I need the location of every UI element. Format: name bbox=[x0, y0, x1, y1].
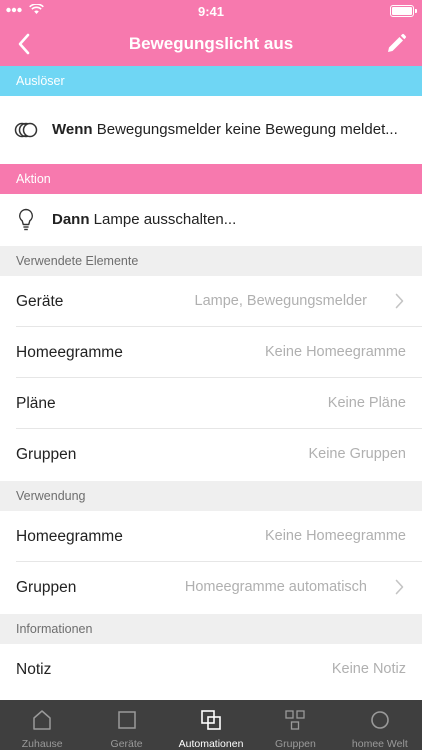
usage-homeegrams-row: Homeegramme Keine Homeegramme bbox=[0, 511, 422, 562]
tab-gruppen[interactable]: Gruppen bbox=[253, 700, 337, 750]
nav-bar: Bewegungslicht aus bbox=[0, 22, 422, 66]
action-text: Lampe ausschalten... bbox=[89, 211, 237, 228]
row-label: Gruppen bbox=[16, 446, 77, 463]
row-value: Homeegramme automatisch bbox=[184, 579, 367, 595]
used-homeegrams-row: Homeegramme Keine Homeegramme bbox=[0, 327, 422, 378]
chevron-right-icon bbox=[395, 293, 404, 309]
row-label: Homeegramme bbox=[16, 344, 123, 361]
section-header-info: Informationen bbox=[0, 614, 422, 644]
used-groups-row: Gruppen Keine Gruppen bbox=[0, 429, 422, 480]
square-icon bbox=[117, 711, 136, 729]
row-label: Pläne bbox=[16, 395, 56, 412]
section-header-action: Aktion bbox=[0, 164, 422, 194]
tab-label: Zuhause bbox=[21, 738, 63, 750]
section-header-trigger: Auslöser bbox=[0, 66, 422, 96]
status-time: 9:41 bbox=[197, 4, 225, 19]
chevron-left-icon bbox=[18, 33, 30, 55]
grid-squares-icon bbox=[285, 710, 306, 730]
trigger-keyword: Wenn bbox=[52, 121, 93, 138]
tab-bar: Zuhause Geräte Automationen Gruppen home… bbox=[0, 700, 422, 750]
tab-geraete[interactable]: Geräte bbox=[84, 700, 168, 750]
row-value: Keine Homeegramme bbox=[264, 528, 406, 544]
tab-automationen[interactable]: Automationen bbox=[169, 700, 253, 750]
tab-zuhause[interactable]: Zuhause bbox=[0, 700, 84, 750]
row-label: Homeegramme bbox=[16, 528, 123, 545]
page-title: Bewegungslicht aus bbox=[128, 34, 294, 53]
trigger-text: Bewegungsmelder keine Bewegung meldet... bbox=[92, 121, 398, 138]
row-label: Notiz bbox=[16, 661, 52, 678]
tab-label: Gruppen bbox=[274, 738, 316, 750]
row-value: Keine Notiz bbox=[331, 661, 406, 677]
tab-label: Automationen bbox=[178, 738, 244, 750]
action-keyword: Dann bbox=[52, 211, 90, 228]
row-value: Lampe, Bewegungsmelder bbox=[194, 293, 368, 309]
section-header-usage: Verwendung bbox=[0, 481, 422, 511]
status-bar: 9:41 bbox=[0, 0, 422, 22]
pencil-icon bbox=[388, 33, 407, 52]
edit-button[interactable] bbox=[378, 26, 414, 62]
action-row[interactable]: Dann Lampe ausschalten... bbox=[0, 194, 422, 246]
row-value: Keine Pläne bbox=[327, 395, 406, 411]
row-label: Geräte bbox=[16, 293, 64, 310]
usage-groups-row[interactable]: Gruppen Homeegramme automatisch bbox=[0, 562, 422, 613]
row-value: Keine Gruppen bbox=[308, 446, 406, 462]
section-header-used-elements: Verwendete Elemente bbox=[0, 246, 422, 276]
row-value: Keine Homeegramme bbox=[264, 344, 406, 360]
lightbulb-icon bbox=[19, 208, 33, 231]
trigger-row[interactable]: Wenn Bewegungsmelder keine Bewegung meld… bbox=[0, 96, 422, 164]
back-button[interactable] bbox=[6, 26, 42, 62]
motion-sensor-icon bbox=[14, 122, 38, 138]
tab-label: homee Welt bbox=[351, 738, 408, 750]
tab-homee-welt[interactable]: homee Welt bbox=[338, 700, 422, 750]
battery-icon bbox=[390, 5, 417, 17]
overlapping-squares-icon bbox=[201, 710, 221, 730]
chevron-right-icon bbox=[395, 579, 404, 595]
row-label: Gruppen bbox=[16, 579, 77, 596]
used-devices-row[interactable]: Geräte Lampe, Bewegungsmelder bbox=[0, 276, 422, 327]
note-row[interactable]: Notiz Keine Notiz bbox=[0, 644, 422, 696]
circle-icon bbox=[371, 711, 389, 729]
house-icon bbox=[33, 710, 51, 730]
used-plans-row: Pläne Keine Pläne bbox=[0, 378, 422, 429]
tab-label: Geräte bbox=[110, 738, 143, 750]
